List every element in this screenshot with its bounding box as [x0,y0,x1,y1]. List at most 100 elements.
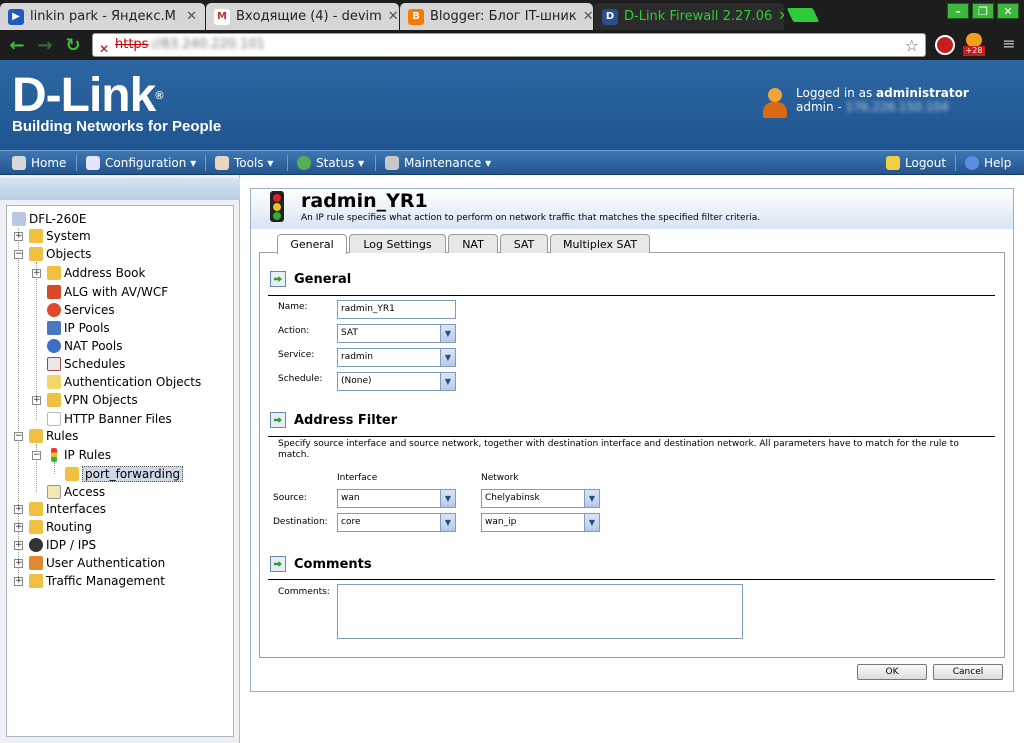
arrow-icon [270,556,286,572]
tree-item-rules[interactable]: Rules [29,427,78,445]
wrench-icon[interactable]: ≡ [1000,34,1018,56]
tab-multiplex-sat[interactable]: Multiplex SAT [550,234,650,253]
window-close-button[interactable]: ✕ [997,3,1019,19]
close-icon[interactable]: ✕ [577,9,593,24]
collapse-toggle[interactable]: − [14,250,23,259]
schedule-select[interactable]: (None) ▼ [337,372,456,391]
expand-toggle[interactable]: + [14,541,23,550]
expand-toggle[interactable]: + [14,523,23,532]
collapse-toggle[interactable]: − [32,451,41,460]
help-icon [965,156,979,170]
tree-item-user-auth[interactable]: User Authentication [29,554,165,572]
action-select[interactable]: SAT ▼ [337,324,456,343]
address-bar[interactable]: ✕ https://83.240.220.101 ☆ [92,33,926,57]
tab-sat[interactable]: SAT [500,234,548,253]
browser-tab-yandex[interactable]: ▶ linkin park - Яндекс.М ✕ [0,3,205,30]
adblock-icon[interactable] [935,35,955,55]
tree-item-interfaces[interactable]: Interfaces [29,500,106,518]
forward-arrow-icon[interactable]: → [34,34,56,56]
chevron-down-icon: ▼ [584,490,599,507]
tree-item-system[interactable]: System [29,227,91,245]
browser-tab-dlink[interactable]: D D-Link Firewall 2.27.06 ✕ [594,3,784,30]
tab-log-settings[interactable]: Log Settings [349,234,446,253]
close-icon[interactable]: ✕ [772,9,784,24]
name-label: Name: [278,302,308,312]
schedule-label: Schedule: [278,374,323,384]
menu-tools[interactable]: Tools ▾ [215,151,273,175]
network-column-header: Network [481,473,519,483]
user-ip: 176.226.150.104 [845,100,949,114]
tab-title: Входящие (4) - devim [236,9,382,24]
tree-item-alg[interactable]: ALG with AV/WCF [47,283,168,301]
tree-item-ip-rules[interactable]: IP Rules [47,446,111,464]
expand-toggle[interactable]: + [14,577,23,586]
close-icon[interactable]: ✕ [382,9,399,24]
name-field[interactable]: radmin_YR1 [337,300,456,319]
source-label: Source: [273,493,307,503]
menu-help[interactable]: Help [965,151,1011,175]
section-general: General [270,271,351,287]
folder-icon [29,502,43,516]
tab-nat[interactable]: NAT [448,234,498,253]
source-interface-select[interactable]: wan ▼ [337,489,456,508]
maintenance-icon [385,156,399,170]
minimize-button[interactable]: – [947,3,969,19]
chevron-down-icon: ▼ [440,325,455,342]
tree-item-address-book[interactable]: Address Book [47,264,145,282]
expand-toggle[interactable]: + [14,505,23,514]
folder-icon [29,429,43,443]
ok-button[interactable]: OK [857,664,927,680]
certificate-icon [47,375,61,389]
tree-item-routing[interactable]: Routing [29,518,92,536]
tree-item-access[interactable]: Access [47,483,105,501]
maximize-button[interactable]: ❐ [972,3,994,19]
status-icon [297,156,311,170]
addon-icon[interactable]: +28 [963,33,985,57]
browser-tab-blogger[interactable]: B Blogger: Блог IT-шник ✕ [400,3,593,30]
section-address-filter: Address Filter [270,412,397,428]
dlink-logo: D-Link® [12,69,163,122]
folder-icon [29,520,43,534]
section-comments: Comments [270,556,372,572]
back-arrow-icon[interactable]: ← [6,34,28,56]
destination-network-select[interactable]: wan_ip ▼ [481,513,600,532]
tree-item-traffic-mgmt[interactable]: Traffic Management [29,572,165,590]
reload-icon[interactable]: ↻ [62,34,84,56]
comments-textarea[interactable] [337,584,743,639]
expand-toggle[interactable]: + [32,269,41,278]
menu-logout[interactable]: Logout [886,151,946,175]
tab-general[interactable]: General [277,234,347,254]
chevron-down-icon: ▼ [440,514,455,531]
expand-toggle[interactable]: + [32,396,41,405]
menu-maintenance[interactable]: Maintenance ▾ [385,151,491,175]
tree-item-ip-pools[interactable]: IP Pools [47,319,110,337]
browser-tab-gmail[interactable]: M Входящие (4) - devim ✕ [206,3,399,30]
collapse-toggle[interactable]: − [14,432,23,441]
destination-interface-select[interactable]: core ▼ [337,513,456,532]
action-label: Action: [278,326,310,336]
menu-configuration[interactable]: Configuration ▾ [86,151,196,175]
tree-item-http-banner[interactable]: HTTP Banner Files [47,410,172,428]
service-select[interactable]: radmin ▼ [337,348,456,367]
tree-item-idp-ips[interactable]: IDP / IPS [29,536,96,554]
menu-status[interactable]: Status ▾ [297,151,364,175]
menu-home[interactable]: Home [12,151,66,175]
new-tab-button[interactable] [786,8,820,22]
tree-item-nat-pools[interactable]: NAT Pools [47,337,122,355]
expand-toggle[interactable]: + [14,232,23,241]
tree-item-schedules[interactable]: Schedules [47,355,125,373]
tree-item-services[interactable]: Services [47,301,115,319]
expand-toggle[interactable]: + [14,559,23,568]
source-network-select[interactable]: Chelyabinsk ▼ [481,489,600,508]
folder-icon [29,574,43,588]
tree-item-objects[interactable]: Objects [29,245,91,263]
address-filter-description: Specify source interface and source netw… [278,439,959,460]
tree-root[interactable]: DFL-260E [12,210,86,228]
browser-tab-strip: ▶ linkin park - Яндекс.М ✕ M Входящие (4… [0,0,1024,30]
close-icon[interactable]: ✕ [180,9,197,24]
bookmark-star-icon[interactable]: ☆ [905,35,919,57]
tree-item-vpn-objects[interactable]: VPN Objects [47,391,138,409]
tree-item-port-forwarding[interactable]: port_forwarding [65,465,184,483]
cancel-button[interactable]: Cancel [933,664,1003,680]
tree-item-auth-objects[interactable]: Authentication Objects [47,373,201,391]
